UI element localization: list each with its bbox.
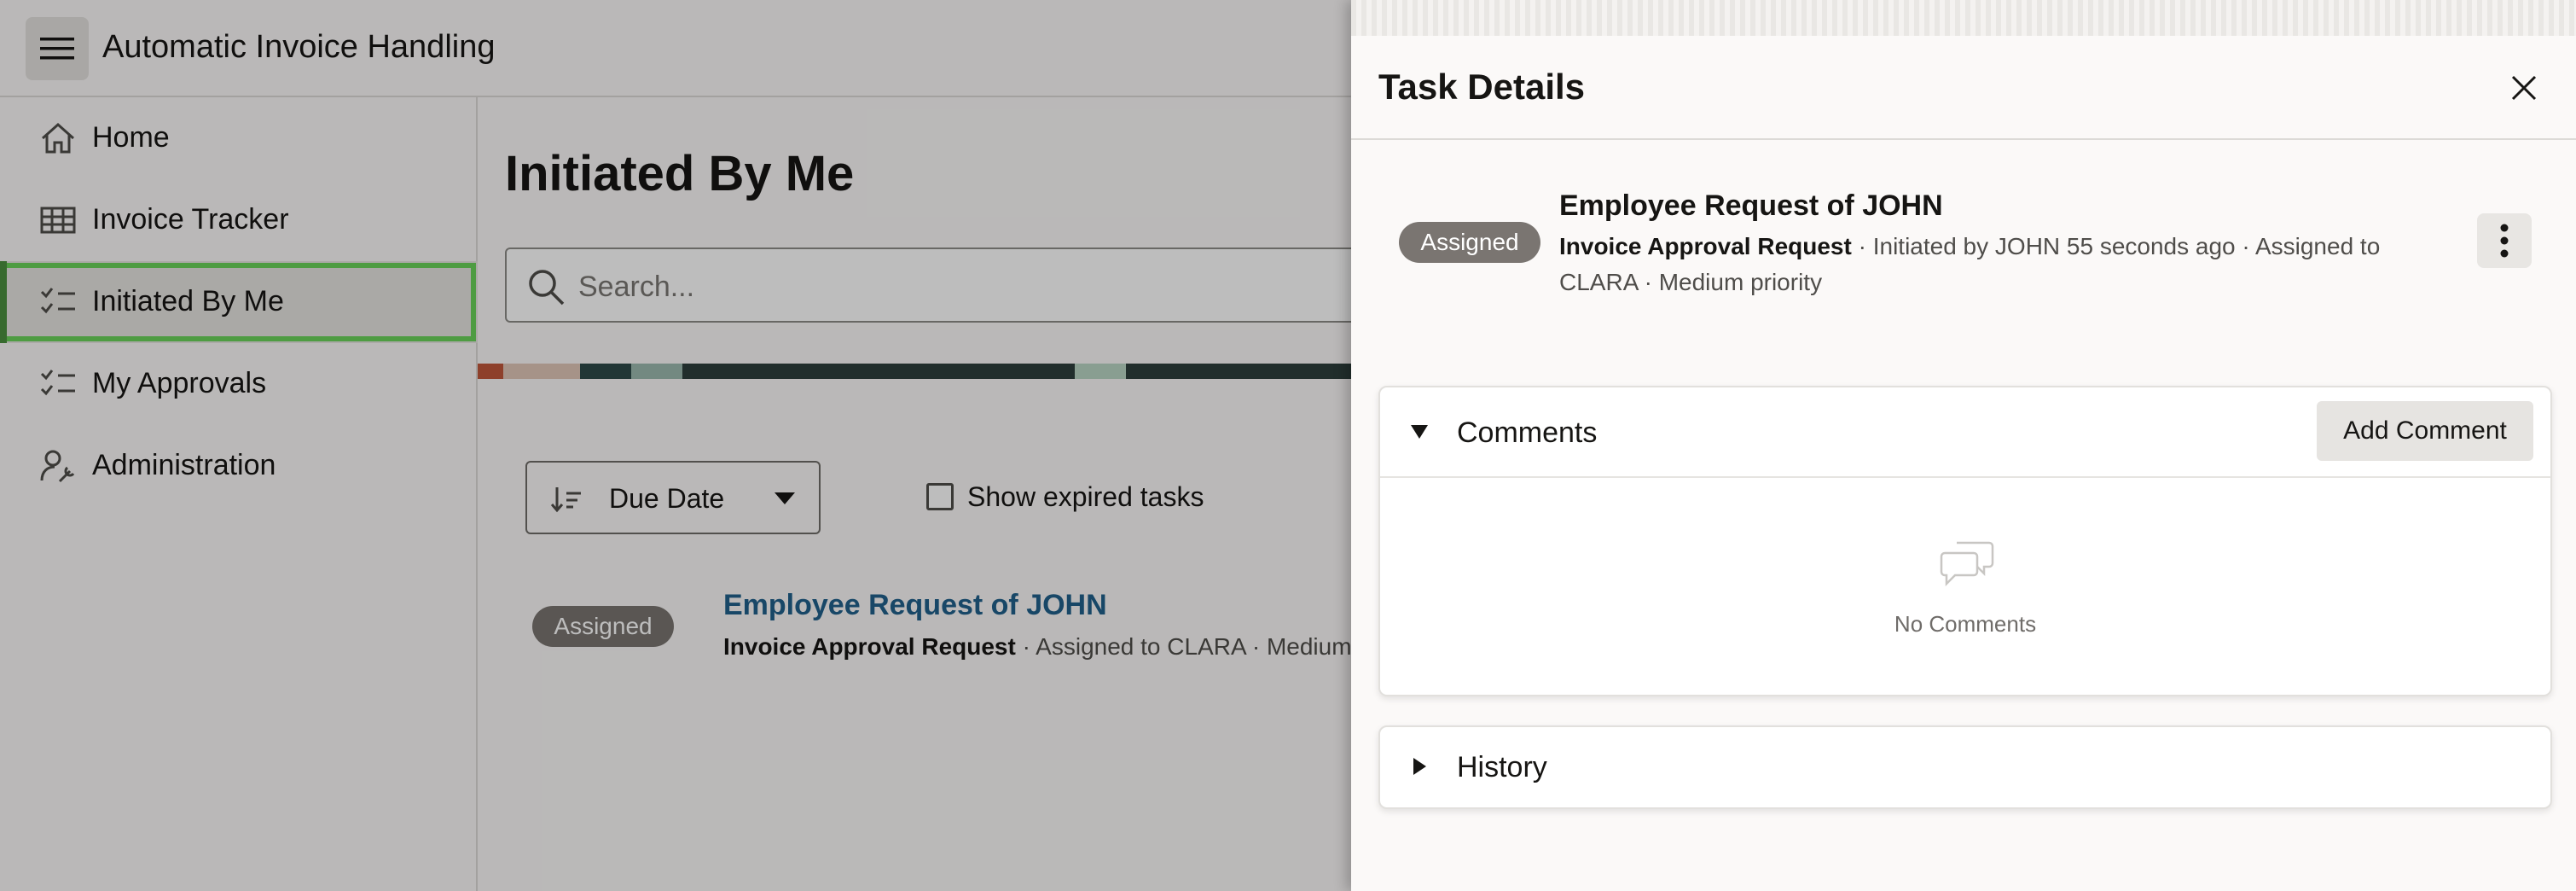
comments-panel-header[interactable]: Comments Add Comment: [1380, 387, 2550, 478]
sidebar-item-label: Administration: [92, 449, 276, 481]
sidebar-item-initiated-by-me[interactable]: Initiated By Me: [0, 261, 478, 343]
task-subtitle: Invoice Approval Request · Assigned to C…: [723, 633, 1351, 661]
kebab-menu-icon: [2500, 224, 2509, 258]
sidebar-item-home[interactable]: Home: [0, 97, 478, 179]
main-content: Initiated By Me Due Date Sho: [478, 97, 1351, 891]
checklist-icon: [40, 288, 75, 314]
drawer-header: Task Details: [1351, 36, 2576, 140]
checklist-icon: [40, 370, 75, 396]
history-panel: History: [1378, 725, 2552, 809]
triangle-down-icon: [1411, 425, 1428, 439]
decorative-banner: [478, 364, 1351, 379]
sidebar-item-label: Initiated By Me: [92, 285, 284, 317]
close-icon: [2511, 75, 2537, 101]
sort-label: Due Date: [609, 483, 725, 514]
drawer-title: Task Details: [1378, 67, 1586, 107]
comments-panel: Comments Add Comment No Comments: [1378, 386, 2552, 696]
task-detail-subtitle: Invoice Approval Request · Initiated by …: [1559, 229, 2463, 300]
sidebar-item-my-approvals[interactable]: My Approvals: [0, 343, 478, 425]
drawer-top-strip: [1351, 0, 2576, 36]
sidebar-item-label: Home: [92, 121, 170, 154]
table-grid-icon: [40, 207, 76, 234]
search-icon: [529, 270, 565, 306]
task-details: · Assigned to CLARA · Medium: [1015, 633, 1351, 660]
home-icon: [42, 122, 74, 154]
sidebar-item-invoice-tracker[interactable]: Invoice Tracker: [0, 179, 478, 261]
show-expired-toggle[interactable]: Show expired tasks: [926, 480, 1204, 514]
triangle-right-icon: [1413, 758, 1426, 775]
user-wrench-icon: [40, 450, 75, 483]
search-input[interactable]: [578, 266, 1346, 307]
sidebar-item-label: My Approvals: [92, 367, 267, 399]
app-background: Automatic Invoice Handling Home Invoice …: [0, 0, 1351, 891]
search-box[interactable]: [505, 248, 1351, 323]
hamburger-menu-button[interactable]: [26, 17, 89, 80]
app-title: Automatic Invoice Handling: [102, 29, 496, 65]
sidebar: Home Invoice Tracker Initiated By Me My …: [0, 97, 478, 891]
show-expired-checkbox[interactable]: [926, 483, 954, 510]
add-comment-button[interactable]: Add Comment: [2317, 401, 2533, 461]
show-expired-label: Show expired tasks: [967, 480, 1204, 512]
task-type: Invoice Approval Request: [723, 633, 1016, 660]
sort-descending-icon: [551, 487, 581, 513]
more-actions-button[interactable]: [2477, 213, 2532, 268]
app-header: Automatic Invoice Handling: [0, 0, 1351, 97]
close-button[interactable]: [2501, 65, 2547, 111]
chevron-down-icon: [775, 492, 795, 504]
sidebar-item-administration[interactable]: Administration: [0, 425, 478, 507]
task-type: Invoice Approval Request: [1559, 233, 1852, 259]
status-badge: Assigned: [532, 606, 674, 647]
page-title: Initiated By Me: [505, 146, 855, 201]
sort-dropdown-button[interactable]: Due Date: [525, 461, 821, 534]
task-detail-title: Employee Request of JOHN: [1559, 189, 1943, 222]
status-badge: Assigned: [1399, 222, 1540, 263]
task-details-drawer: Task Details Assigned Employee Request o…: [1351, 0, 2576, 891]
comments-title: Comments: [1457, 416, 1598, 449]
empty-comments-text: No Comments: [1894, 611, 2037, 637]
history-title: History: [1457, 751, 1547, 783]
sidebar-item-label: Invoice Tracker: [92, 203, 289, 236]
task-title-link[interactable]: Employee Request of JOHN: [723, 589, 1107, 622]
hamburger-menu-icon: [40, 38, 74, 60]
history-panel-header[interactable]: History: [1380, 727, 2550, 807]
chat-bubbles-icon: [1940, 541, 1994, 587]
